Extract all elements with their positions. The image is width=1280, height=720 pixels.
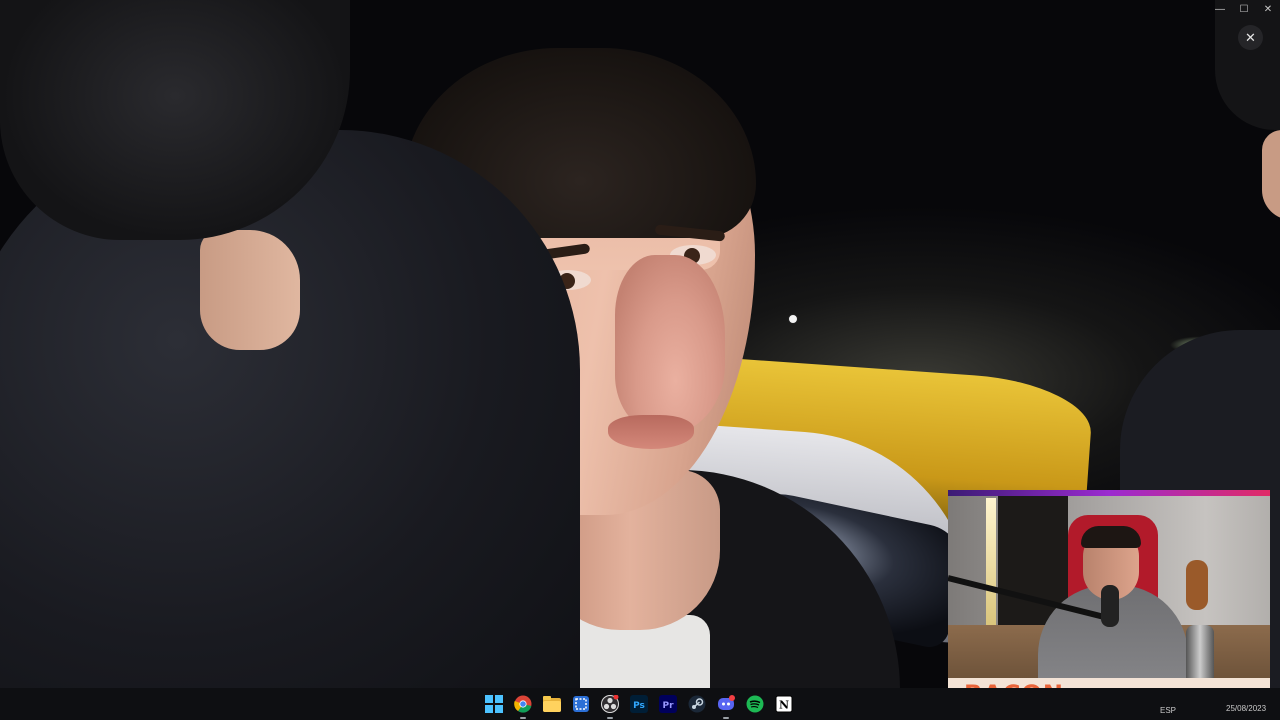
webcam-light-strip [986, 498, 996, 628]
windows-start-icon[interactable] [482, 692, 506, 716]
minimize-button[interactable]: — [1208, 0, 1232, 20]
discord-icon[interactable] [714, 692, 738, 719]
webcam-thermos [1186, 625, 1214, 685]
subject-nose [615, 255, 725, 435]
mouse-cursor-icon [788, 314, 798, 324]
right-person-face [1262, 130, 1280, 220]
spotify-icon[interactable] [743, 692, 767, 716]
notion-icon[interactable]: N [772, 692, 796, 716]
maximize-button[interactable]: ☐ [1232, 0, 1256, 20]
premiere-icon[interactable]: Pr [656, 692, 680, 716]
steam-icon[interactable] [685, 692, 709, 716]
tray-language[interactable]: ESP [1160, 706, 1176, 715]
snipping-tool-icon[interactable] [569, 692, 593, 716]
tray-date[interactable]: 25/08/2023 [1226, 704, 1266, 713]
file-explorer-icon[interactable] [540, 692, 564, 716]
obs-icon[interactable] [598, 692, 622, 719]
taskbar-icons: Ps Pr N [482, 692, 796, 719]
running-indicator [520, 717, 526, 719]
webcam-microphone [1101, 585, 1119, 627]
webcam-guitar [1186, 560, 1208, 610]
svg-text:Pr: Pr [662, 701, 674, 711]
overlay-close-button[interactable]: ✕ [1238, 25, 1263, 50]
photoshop-icon[interactable]: Ps [627, 692, 651, 716]
webcam-streamer-hair [1081, 526, 1141, 548]
taskbar: Ps Pr N [0, 688, 1280, 720]
webcam-overlay: BACON [948, 490, 1270, 710]
webcam-top-accent-bar [948, 490, 1270, 496]
window-close-button[interactable]: ✕ [1256, 0, 1280, 20]
running-indicator [607, 717, 613, 719]
svg-text:Ps: Ps [633, 701, 645, 711]
svg-text:N: N [779, 699, 789, 712]
chrome-icon[interactable] [511, 692, 535, 719]
left-person-neck [200, 230, 300, 350]
window-controls: — ☐ ✕ [1208, 0, 1280, 20]
subject-mouth [608, 415, 694, 449]
running-indicator [723, 717, 729, 719]
